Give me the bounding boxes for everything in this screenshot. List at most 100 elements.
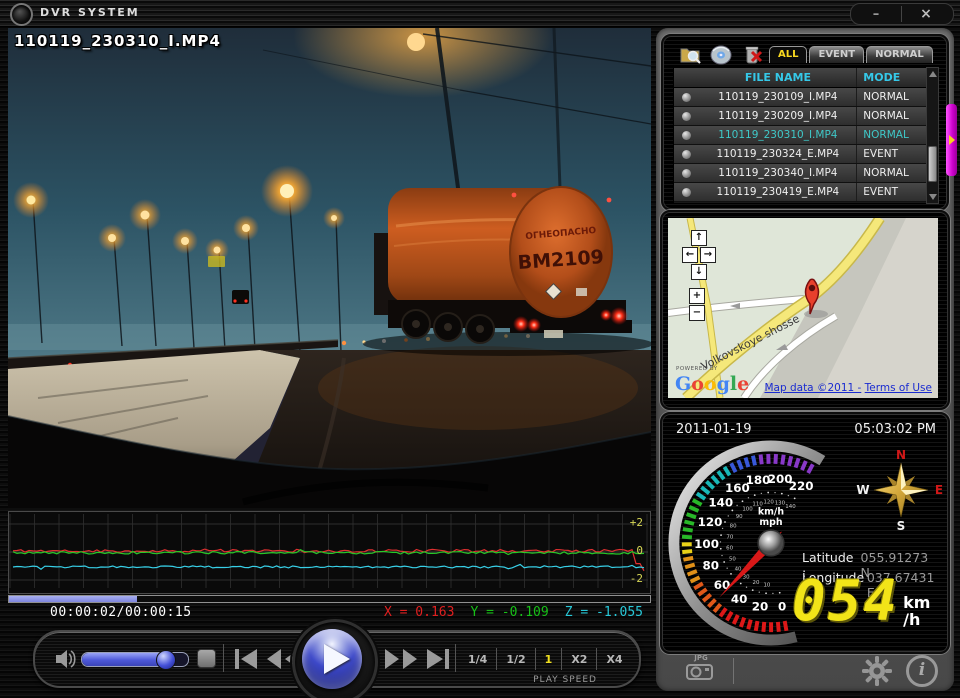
tab-all[interactable]: ALL	[769, 46, 807, 63]
record-bullet-icon	[682, 112, 691, 121]
stop-button[interactable]	[197, 649, 216, 668]
video-playback-area: ОГНЕОПАСНО ВМ2109 110119_230310_I.MP4	[8, 28, 651, 508]
map-powered-by: POWERED BY	[676, 366, 718, 372]
file-table-header: FILE NAME MODE	[674, 68, 926, 88]
compass-south: S	[897, 519, 906, 533]
axis-readout: Z = -1.055	[565, 605, 643, 620]
file-list-scrollbar[interactable]	[926, 67, 939, 204]
record-time: 05:03:02 PM	[854, 422, 936, 437]
column-file-name: FILE NAME	[699, 68, 856, 87]
window-title: DVR SYSTEM	[40, 6, 140, 19]
svg-text:30: 30	[743, 574, 750, 580]
record-bullet-icon	[682, 188, 691, 197]
record-bullet-icon	[682, 131, 691, 140]
speed-unit-km: km	[903, 594, 930, 611]
svg-text:20: 20	[752, 599, 769, 613]
play-speed-label: PLAY SPEED	[533, 675, 597, 685]
table-row[interactable]: 110119_230324_E.MP4EVENT	[674, 145, 926, 164]
file-list-panel: ALLEVENTNORMAL FILE NAME MODE 110119_230…	[661, 34, 949, 211]
backup-disc-icon[interactable]	[709, 44, 733, 66]
gsensor-graph: +2 0 -2	[8, 511, 651, 594]
open-file-icon[interactable]	[679, 44, 703, 66]
table-row[interactable]: 110119_230419_E.MP4EVENT	[674, 183, 926, 202]
tab-normal[interactable]: NORMAL	[866, 46, 933, 63]
table-row[interactable]: 110119_230310_I.MP4NORMAL	[674, 126, 926, 145]
speed-button-1-2[interactable]: 1/2	[497, 653, 534, 666]
gsensor-readouts: X = 0.163Y = -0.109Z = -1.055	[368, 605, 643, 620]
file-rows: 110119_230109_I.MP4NORMAL110119_230209_I…	[674, 88, 926, 202]
info-button[interactable]: i	[906, 655, 938, 687]
gsensor-ytick-zero: 0	[636, 544, 643, 557]
sidebar-footer: JPG	[656, 652, 954, 691]
capture-jpg-button[interactable]: JPG	[686, 654, 716, 683]
mode-cell: NORMAL	[856, 107, 926, 125]
speed-value: 054	[792, 576, 899, 628]
compass-west: W	[856, 483, 869, 497]
map-panel: ↑ ← → ↓ + − Volkovskoye shosse POWERED B…	[660, 210, 950, 410]
gauge-unit-mph: mph	[759, 517, 782, 528]
svg-text:10: 10	[763, 582, 770, 588]
scroll-up-icon[interactable]	[929, 71, 937, 77]
file-name-cell: 110119_230419_E.MP4	[699, 183, 856, 201]
google-map[interactable]: ↑ ← → ↓ + − Volkovskoye shosse POWERED B…	[668, 218, 938, 398]
map-zoom-in-button[interactable]: +	[689, 288, 705, 304]
digital-speed-display: 054 km /h	[792, 576, 930, 628]
speed-button-x4[interactable]: X4	[597, 653, 631, 666]
minimize-button[interactable]: –	[851, 7, 901, 22]
speed-button-x2[interactable]: X2	[562, 653, 596, 666]
playback-progress-bar[interactable]	[8, 595, 651, 603]
tab-event[interactable]: EVENT	[809, 46, 864, 63]
table-row[interactable]: 110119_230109_I.MP4NORMAL	[674, 88, 926, 107]
svg-text:40: 40	[731, 592, 748, 606]
map-data-link[interactable]: Map data ©2011 -	[764, 382, 861, 394]
volume-fill	[82, 653, 165, 666]
record-date: 2011-01-19	[676, 422, 752, 437]
svg-text:50: 50	[729, 557, 736, 563]
gps-dashboard-panel: 2011-01-19 05:03:02 PM 02040608010012014…	[660, 412, 950, 654]
app-logo-icon	[10, 3, 33, 26]
speed-button-1-4[interactable]: 1/4	[459, 653, 496, 666]
table-row[interactable]: 110119_230209_I.MP4NORMAL	[674, 107, 926, 126]
record-bullet-icon	[682, 93, 691, 102]
map-pan-left-button[interactable]: ←	[682, 247, 698, 263]
svg-text:0: 0	[778, 599, 786, 613]
file-name-cell: 110119_230109_I.MP4	[699, 88, 856, 106]
previous-file-button[interactable]	[233, 645, 259, 673]
divider	[732, 658, 734, 684]
panel-expand-handle[interactable]	[946, 104, 957, 176]
play-button-housing	[292, 619, 378, 698]
compass-east: E	[935, 483, 943, 497]
volume-slider[interactable]	[81, 652, 189, 667]
volume-knob[interactable]	[156, 650, 176, 670]
mode-cell: EVENT	[856, 145, 926, 163]
dvr-application-window: DVR SYSTEM – ×	[0, 0, 960, 698]
playback-time: 00:00:02/00:00:15	[50, 605, 192, 620]
svg-text:180: 180	[746, 473, 771, 487]
next-file-button[interactable]	[425, 645, 451, 673]
file-name-cell: 110119_230310_I.MP4	[699, 126, 856, 144]
play-button[interactable]	[302, 629, 362, 689]
map-pan-up-button[interactable]: ↑	[691, 230, 707, 246]
file-filter-tabs: ALLEVENTNORMAL	[767, 46, 933, 63]
svg-text:90: 90	[736, 514, 743, 520]
speed-button-1[interactable]: 1	[536, 653, 562, 666]
gsensor-ytick-plus2: +2	[630, 516, 643, 529]
scroll-down-icon[interactable]	[929, 194, 937, 200]
delete-file-icon[interactable]	[741, 44, 765, 66]
svg-text:60: 60	[714, 578, 731, 592]
player-control-bar: 1/41/21X2X4 PLAY SPEED	[33, 630, 641, 688]
google-logo: Google	[675, 373, 749, 395]
settings-gear-icon[interactable]	[862, 656, 892, 686]
scrollbar-thumb[interactable]	[928, 146, 937, 182]
table-row[interactable]: 110119_230340_I.MP4NORMAL	[674, 164, 926, 183]
terms-of-use-link[interactable]: Terms of Use	[865, 382, 932, 394]
fast-forward-button[interactable]	[383, 645, 419, 673]
column-mode: MODE	[856, 68, 926, 87]
map-pan-down-button[interactable]: ↓	[691, 264, 707, 280]
close-button[interactable]: ×	[901, 6, 950, 22]
svg-text:20: 20	[752, 580, 759, 586]
svg-text:140: 140	[785, 504, 796, 510]
map-pan-right-button[interactable]: →	[700, 247, 716, 263]
map-zoom-out-button[interactable]: −	[689, 305, 705, 321]
right-sidebar: ALLEVENTNORMAL FILE NAME MODE 110119_230…	[656, 28, 954, 691]
